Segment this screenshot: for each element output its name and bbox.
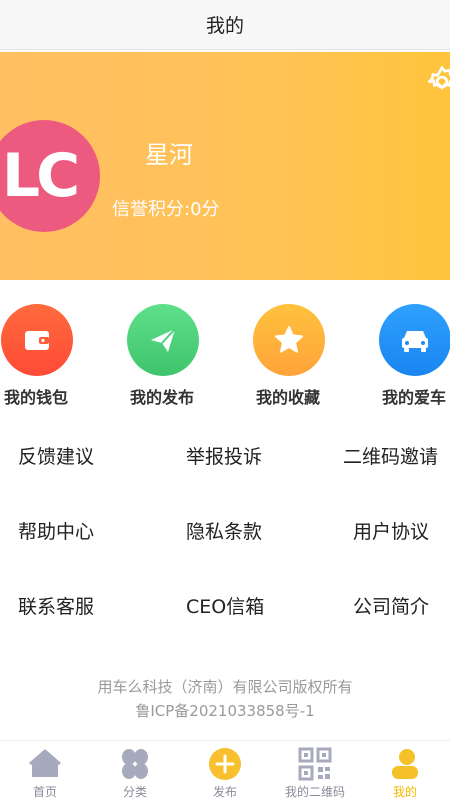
my-car-label: 我的爱车 — [382, 388, 447, 407]
menu-company-intro[interactable]: 公司简介 — [353, 592, 429, 619]
quick-actions: 我的钱包 我的发布 我的收藏 我的爱车 — [0, 300, 450, 410]
menu-contact-service[interactable]: 联系客服 — [18, 592, 94, 619]
wallet-label: 我的钱包 — [4, 388, 69, 407]
my-car-button[interactable]: 我的爱车 — [379, 300, 450, 410]
category-icon — [122, 749, 148, 779]
menu-report[interactable]: 举报投诉 — [186, 442, 262, 469]
wallet-icon — [1, 304, 73, 376]
star-icon — [253, 304, 325, 376]
favorites-label: 我的收藏 — [256, 388, 321, 407]
menu-ceo-mailbox[interactable]: CEO信箱 — [186, 592, 264, 619]
tab-category-label: 分类 — [122, 785, 147, 799]
tab-my-qrcode[interactable]: 我的二维码 — [270, 741, 360, 800]
avatar[interactable]: LC — [0, 120, 100, 232]
menu-user-agreement[interactable]: 用户协议 — [353, 517, 429, 544]
tab-publish[interactable]: 发布 — [180, 741, 270, 800]
tab-publish-label: 发布 — [212, 785, 237, 799]
wallet-button[interactable]: 我的钱包 — [1, 300, 101, 410]
tab-my-qrcode-label: 我的二维码 — [284, 785, 345, 799]
my-posts-button[interactable]: 我的发布 — [127, 300, 227, 410]
avatar-text: LC — [1, 141, 80, 211]
username: 星河 — [145, 141, 193, 169]
settings-icon[interactable] — [424, 64, 450, 100]
qrcode-icon — [298, 747, 332, 781]
menu-privacy[interactable]: 隐私条款 — [186, 517, 262, 544]
menu-help-center[interactable]: 帮助中心 — [18, 517, 94, 544]
tab-home[interactable]: 首页 — [0, 741, 90, 800]
tab-home-label: 首页 — [32, 785, 57, 799]
tab-mine-label: 我的 — [392, 785, 417, 799]
copyright-text: 用车么科技（济南）有限公司版权所有 — [97, 678, 353, 696]
tab-category[interactable]: 分类 — [90, 741, 180, 800]
user-icon — [392, 749, 418, 779]
plus-circle-icon — [209, 748, 241, 780]
nav-bar: 我的 — [0, 0, 450, 50]
profile-banner: LC 星河 信誉积分:0分 — [0, 52, 450, 280]
tab-mine[interactable]: 我的 — [360, 741, 450, 800]
icp-text[interactable]: 鲁ICP备2021033858号-1 — [0, 700, 450, 721]
car-icon — [379, 304, 450, 376]
favorites-button[interactable]: 我的收藏 — [253, 300, 353, 410]
page-title: 我的 — [205, 15, 244, 37]
paper-plane-icon — [127, 304, 199, 376]
menu-qr-invite[interactable]: 二维码邀请 — [343, 442, 438, 469]
tab-bar: 首页 分类 发布 我的二维码 我的 — [0, 740, 450, 800]
home-icon — [29, 749, 61, 777]
my-posts-label: 我的发布 — [130, 388, 195, 407]
credit-score: 信誉积分:0分 — [112, 199, 220, 220]
menu-feedback[interactable]: 反馈建议 — [18, 442, 94, 469]
